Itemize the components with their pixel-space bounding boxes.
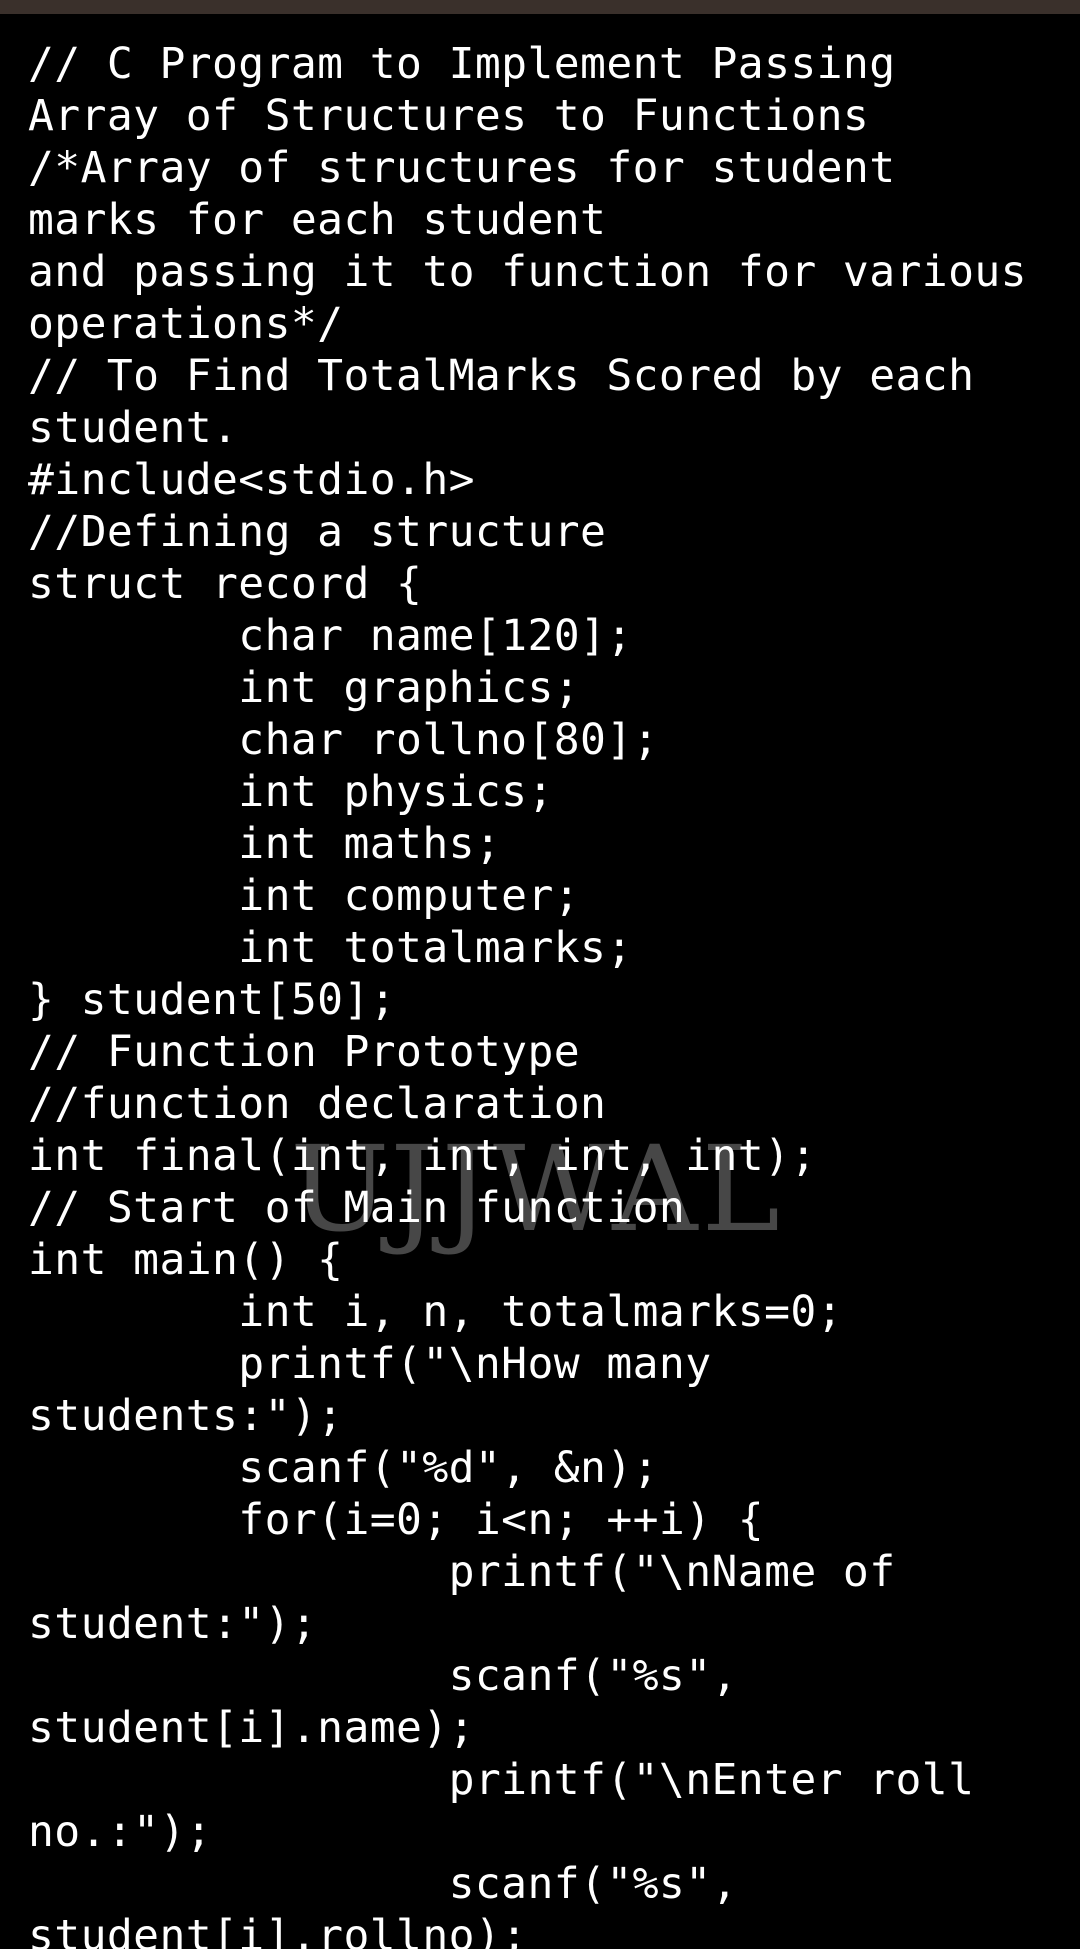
code-line: //function declaration bbox=[28, 1079, 607, 1129]
code-line: scanf("%s", bbox=[28, 1651, 738, 1701]
code-line: } student[50]; bbox=[28, 975, 397, 1025]
status-bar bbox=[0, 0, 1080, 14]
code-line: // C Program to Implement Passing bbox=[28, 39, 896, 89]
code-screen: // C Program to Implement Passing Array o… bbox=[0, 0, 1080, 1949]
code-line: //Defining a structure bbox=[28, 507, 607, 557]
code-line: for(i=0; i<n; ++i) { bbox=[28, 1495, 765, 1545]
code-line: printf("\nHow many bbox=[28, 1339, 712, 1389]
code-line: // To Find TotalMarks Scored by each bbox=[28, 351, 975, 401]
code-line: and passing it to function for various bbox=[28, 247, 1027, 297]
code-line: student[i].name); bbox=[28, 1703, 475, 1753]
code-line: // Start of Main function bbox=[28, 1183, 686, 1233]
code-line: int totalmarks; bbox=[28, 923, 633, 973]
code-line: char name[120]; bbox=[28, 611, 633, 661]
code-line: student. bbox=[28, 403, 239, 453]
code-line: students:"); bbox=[28, 1391, 344, 1441]
code-line: Array of Structures to Functions bbox=[28, 91, 870, 141]
code-line: int physics; bbox=[28, 767, 554, 817]
code-line: printf("\nName of bbox=[28, 1547, 896, 1597]
code-line: int i, n, totalmarks=0; bbox=[28, 1287, 843, 1337]
code-line: printf("\nEnter roll bbox=[28, 1755, 975, 1805]
code-line: int computer; bbox=[28, 871, 581, 921]
code-line: operations*/ bbox=[28, 299, 344, 349]
code-line: scanf("%d", &n); bbox=[28, 1443, 659, 1493]
code-line: /*Array of structures for student bbox=[28, 143, 896, 193]
code-line: // Function Prototype bbox=[28, 1027, 581, 1077]
code-line: int graphics; bbox=[28, 663, 581, 713]
code-line: int final(int, int, int, int); bbox=[28, 1131, 817, 1181]
code-line: int main() { bbox=[28, 1235, 344, 1285]
code-line: marks for each student bbox=[28, 195, 607, 245]
code-line: scanf("%s", bbox=[28, 1859, 738, 1909]
code-line: struct record { bbox=[28, 559, 423, 609]
code-line: student:"); bbox=[28, 1599, 318, 1649]
code-line: student[i].rollno); bbox=[28, 1911, 528, 1949]
code-line: int maths; bbox=[28, 819, 502, 869]
code-view[interactable]: // C Program to Implement Passing Array o… bbox=[28, 38, 1068, 1949]
code-line: char rollno[80]; bbox=[28, 715, 659, 765]
code-line: #include<stdio.h> bbox=[28, 455, 475, 505]
code-line: no.:"); bbox=[28, 1807, 213, 1857]
